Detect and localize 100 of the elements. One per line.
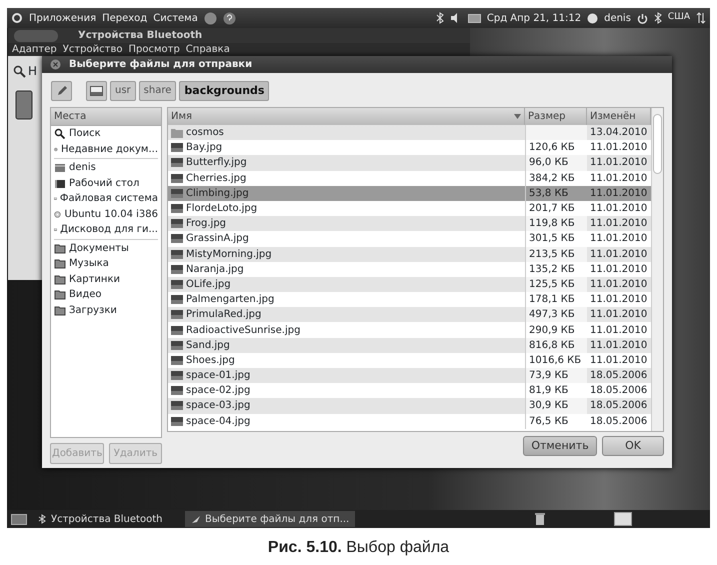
file-date: 11.01.2010 <box>589 232 648 246</box>
image-thumbnail-icon <box>171 143 183 152</box>
file-size: 213,5 КБ <box>525 246 587 262</box>
file-date: 11.01.2010 <box>589 217 648 232</box>
bluetooth-icon <box>37 514 47 524</box>
file-name: cosmos <box>168 125 525 140</box>
path-button[interactable]: backgrounds <box>179 81 270 101</box>
file-name: space-03.jpg <box>168 398 525 414</box>
taskbar-item[interactable]: Устройства Bluetooth <box>31 511 181 527</box>
place-item[interactable]: Музыка <box>51 256 161 272</box>
ok-button[interactable]: OK <box>602 436 664 456</box>
file-date: 11.01.2010 <box>589 156 648 170</box>
file-name: Naranja.jpg <box>168 262 525 277</box>
bluetooth-icon[interactable] <box>436 12 444 24</box>
menu-item[interactable]: Справка <box>186 44 230 56</box>
edit-path-button[interactable] <box>51 81 72 101</box>
place-item[interactable]: Рабочий стол <box>51 176 161 191</box>
image-thumbnail-icon <box>171 310 183 320</box>
file-row[interactable]: cosmos 13.04.2010 <box>168 125 651 140</box>
place-item[interactable]: Дисковод для ги... <box>51 222 161 238</box>
file-row[interactable]: space-04.jpg 76,5 КБ 18.05.2006 <box>168 414 651 429</box>
image-thumbnail-icon <box>171 356 183 365</box>
search-text: Н <box>28 63 38 80</box>
file-name: Palmengarten.jpg <box>168 292 525 308</box>
workspace-switcher-icon[interactable] <box>614 512 632 526</box>
trash-icon[interactable] <box>534 512 546 526</box>
file-name: space-02.jpg <box>168 383 525 398</box>
file-date: 18.05.2006 <box>589 369 648 384</box>
place-item[interactable]: Недавние докум... <box>51 142 161 157</box>
image-thumbnail-icon <box>171 371 183 380</box>
image-thumbnail-icon <box>171 416 183 426</box>
disc-icon <box>54 208 62 220</box>
file-row[interactable]: space-03.jpg 30,9 КБ 18.05.2006 <box>168 398 651 414</box>
panel-menu[interactable]: Система <box>153 10 198 26</box>
taskbar-item[interactable]: Выберите файлы для отп... <box>185 511 356 527</box>
drive-button[interactable] <box>86 81 107 101</box>
panel-menu[interactable]: Переход <box>102 10 148 26</box>
place-item[interactable]: Поиск <box>51 126 161 142</box>
folder-icon <box>54 258 66 270</box>
place-item[interactable]: Картинки <box>51 272 161 287</box>
file-size: 120,6 КБ <box>525 140 587 156</box>
search-icon <box>54 128 66 140</box>
sort-arrow-icon <box>514 114 521 119</box>
file-name: PrimulaRed.jpg <box>168 307 525 322</box>
place-item[interactable]: Ubuntu 10.04 i386 <box>51 206 161 222</box>
scrollbar[interactable] <box>651 108 663 430</box>
place-item[interactable]: Файловая система <box>51 191 161 206</box>
folder-icon <box>54 274 66 285</box>
place-item[interactable]: Загрузки <box>51 302 161 318</box>
user-name[interactable]: denis <box>604 10 631 26</box>
file-row[interactable]: OLife.jpg 125,5 КБ 11.01.2010 <box>168 276 651 292</box>
panel-menu[interactable]: Приложения <box>29 10 96 26</box>
file-row[interactable]: Sand.jpg 816,8 КБ 11.01.2010 <box>168 338 651 353</box>
menu-item[interactable]: Просмотр <box>128 44 180 56</box>
file-row[interactable]: MistyMorning.jpg 213,5 КБ 11.01.2010 <box>168 246 651 262</box>
file-date: 11.01.2010 <box>589 262 648 277</box>
file-size: 30,9 КБ <box>525 398 587 414</box>
image-thumbnail-icon <box>171 174 183 183</box>
help-icon[interactable] <box>222 12 236 24</box>
place-item[interactable]: denis <box>51 160 161 176</box>
menu-item[interactable]: Устройство <box>62 44 122 56</box>
file-date: 11.01.2010 <box>589 186 648 201</box>
file-row[interactable]: Frog.jpg 119,8 КБ 11.01.2010 <box>168 216 651 232</box>
path-button[interactable]: share <box>138 81 176 101</box>
bluetooth-icon[interactable] <box>654 12 662 24</box>
file-date: 11.01.2010 <box>589 354 648 368</box>
file-row[interactable]: Climbing.jpg 53,8 КБ 11.01.2010 <box>168 186 651 201</box>
ubuntu-logo-icon[interactable] <box>11 12 23 24</box>
file-row[interactable]: Butterfly.jpg 96,0 КБ 11.01.2010 <box>168 155 651 171</box>
file-date: 11.01.2010 <box>589 324 648 338</box>
keyboard-layout[interactable]: США <box>668 11 690 25</box>
clock-text[interactable]: Срд Апр 21, 11:12 <box>486 10 582 26</box>
path-button[interactable]: usr <box>110 81 136 101</box>
place-item[interactable]: Документы <box>51 240 161 256</box>
power-icon[interactable] <box>636 12 648 24</box>
close-icon[interactable] <box>50 59 61 70</box>
search-icon[interactable] <box>13 64 26 78</box>
image-thumbnail-icon <box>171 280 183 289</box>
file-size: 81,9 КБ <box>525 383 587 398</box>
menu-item[interactable]: Адаптер <box>12 44 57 56</box>
file-name: Butterfly.jpg <box>168 155 525 171</box>
file-name: space-01.jpg <box>168 368 525 384</box>
cancel-button[interactable]: Отменить <box>523 436 597 456</box>
image-thumbnail-icon <box>171 204 183 214</box>
file-date: 18.05.2006 <box>589 399 648 414</box>
file-name: OLife.jpg <box>168 276 525 292</box>
file-name: space-04.jpg <box>168 414 525 429</box>
file-size: 178,1 КБ <box>525 292 587 308</box>
image-thumbnail-icon <box>171 188 183 198</box>
image-thumbnail-icon <box>171 401 183 410</box>
folder-icon <box>54 242 66 254</box>
network-arrows-icon[interactable] <box>696 12 706 24</box>
file-name: Bay.jpg <box>168 140 525 156</box>
file-row[interactable]: space-01.jpg 73,9 КБ 18.05.2006 <box>168 368 651 384</box>
folder-icon <box>54 289 66 300</box>
file-date: 11.01.2010 <box>589 278 648 292</box>
place-item[interactable]: Видео <box>51 287 161 302</box>
file-date: 11.01.2010 <box>589 202 648 216</box>
show-desktop-icon[interactable] <box>11 514 27 524</box>
file-row[interactable]: PrimulaRed.jpg 497,3 КБ 11.01.2010 <box>168 307 651 322</box>
